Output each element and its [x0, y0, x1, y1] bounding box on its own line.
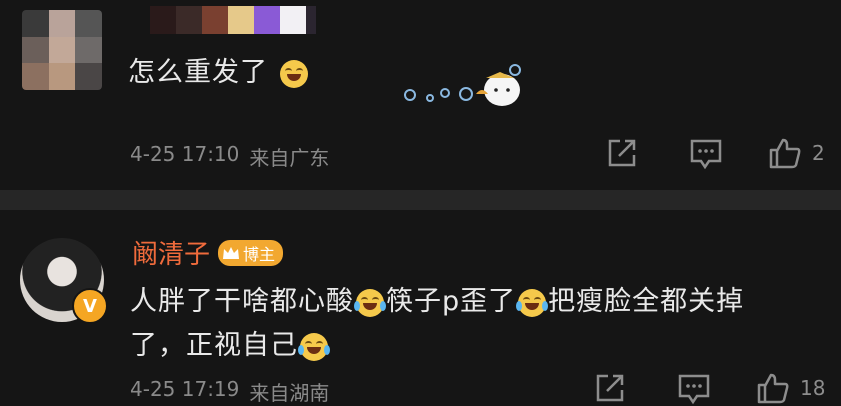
- comment-button[interactable]: [677, 373, 711, 405]
- comment-location: 来自湖南: [249, 381, 330, 405]
- comment-icon: [678, 374, 710, 405]
- share-button[interactable]: [606, 137, 638, 169]
- author-name[interactable]: 阚清子: [132, 234, 210, 271]
- comment-icon: [690, 139, 722, 170]
- laughing-tears-emoji-icon: [298, 332, 330, 361]
- comment-divider: [0, 190, 841, 210]
- sunglasses-emoji-icon: [279, 59, 308, 88]
- badge-label: 博主: [243, 244, 276, 264]
- comment-time: 4-25 17:19: [130, 377, 240, 401]
- comment-time: 4-25 17:10: [130, 142, 240, 166]
- laughing-tears-emoji-icon: [354, 288, 386, 317]
- laughing-tears-emoji-icon: [516, 288, 549, 317]
- commenter-avatar-blurred[interactable]: [22, 10, 102, 90]
- share-icon: [608, 139, 636, 167]
- comment-location: 来自广东: [249, 146, 330, 170]
- comment-meta: 4-25 17:19 来自湖南: [130, 377, 329, 406]
- thumbs-up-icon: [769, 138, 801, 169]
- like-button[interactable]: 2: [768, 137, 825, 169]
- sticker-icon: [404, 64, 521, 106]
- like-count: 18: [800, 376, 826, 400]
- crown-icon: [223, 246, 240, 259]
- commenter-name-blurred[interactable]: [150, 6, 316, 34]
- like-count: 2: [812, 141, 825, 165]
- thumbs-up-icon: [757, 373, 789, 404]
- like-button[interactable]: 18: [756, 372, 825, 404]
- share-button[interactable]: [594, 372, 626, 404]
- verified-badge-icon: V: [72, 288, 108, 324]
- blogger-badge: 博主: [218, 239, 284, 266]
- comment-text: 人胖了干啥都心酸 筷子p歪了 把瘦脸全都关掉 了，正视自己: [130, 286, 745, 361]
- share-icon: [596, 374, 624, 402]
- comment-text: 怎么重发了: [128, 50, 310, 89]
- comment-meta: 4-25 17:10 来自广东: [130, 142, 329, 171]
- comment-button[interactable]: [689, 138, 723, 170]
